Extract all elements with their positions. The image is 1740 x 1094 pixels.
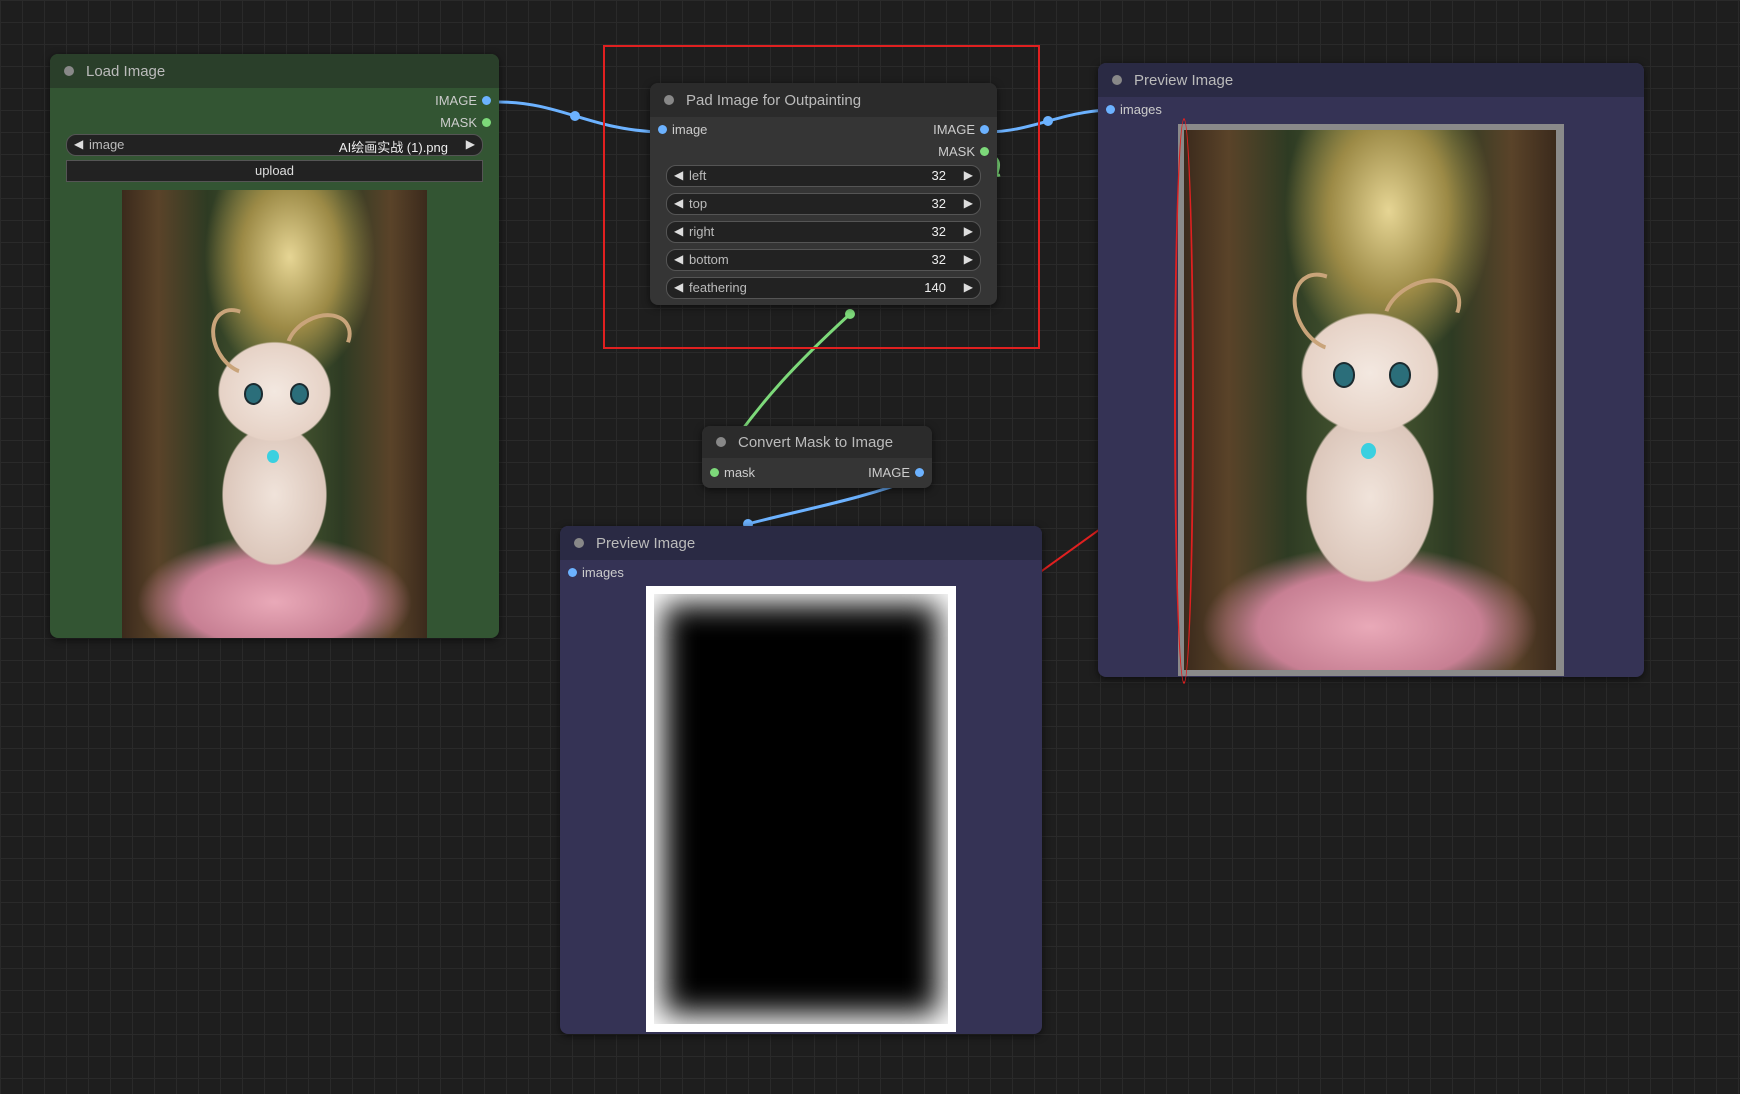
horn-shape [199,298,279,386]
image-file-combo[interactable]: ◀ image AI绘画实战 (1).png ▶ [66,134,483,156]
input-pin-images[interactable] [568,568,577,577]
load-image-title: Load Image [86,62,166,80]
input-pin-mask[interactable] [710,468,719,477]
output-pin-image[interactable] [482,96,491,105]
input-slot-images: images [560,562,1042,584]
load-image-node[interactable]: Load Image IMAGE MASK ◀ image AI绘画实战 (1)… [50,54,499,638]
upload-button[interactable]: upload [66,160,483,182]
input-output-row: mask IMAGE [702,462,932,484]
mask-image-preview [646,586,956,1032]
preview-title: Preview Image [596,534,696,552]
output-slot-mask[interactable]: MASK [50,112,499,134]
convert-mask-title-bar[interactable]: Convert Mask to Image [702,426,932,458]
preview-image-node-bottom[interactable]: Preview Image images [560,526,1042,1034]
output-slot-image[interactable]: IMAGE [50,90,499,112]
combo-prev-arrow-icon[interactable]: ◀ [74,137,83,151]
collapse-dot-icon[interactable] [1112,75,1122,85]
preview-title-bar[interactable]: Preview Image [1098,63,1644,97]
output-label-image: IMAGE [868,465,910,480]
combo-value: AI绘画实战 (1).png [338,140,448,155]
eye-shape [1332,362,1356,388]
horn-shape [1371,265,1474,360]
input-label-images: images [582,565,624,580]
loaded-image-preview [122,190,427,638]
input-label-images: images [1120,102,1162,117]
gem-shape [1360,443,1376,460]
gem-shape [266,449,280,464]
output-pin-mask[interactable] [482,118,491,127]
horn-shape [274,302,362,382]
horn-shape [1278,260,1373,364]
load-image-title-bar[interactable]: Load Image [50,54,499,88]
collapse-dot-icon[interactable] [64,66,74,76]
preview-title: Preview Image [1134,71,1234,89]
annotation-highlight-ellipse [1174,118,1194,684]
annotation-highlight-rect [603,45,1040,349]
convert-mask-node[interactable]: Convert Mask to Image mask IMAGE [702,426,932,488]
output-label-image: IMAGE [435,93,477,108]
padded-image-frame [1178,124,1564,676]
eye-shape [1388,362,1412,388]
output-label-mask: MASK [440,115,477,130]
preview-title-bar[interactable]: Preview Image [560,526,1042,560]
eye-shape [244,382,264,405]
output-pin-image[interactable] [915,468,924,477]
wire-midpoint-1 [570,111,580,121]
combo-label: image [89,137,125,152]
collapse-dot-icon[interactable] [716,437,726,447]
eye-shape [289,382,309,405]
input-slot-images: images [1098,99,1644,121]
convert-mask-title: Convert Mask to Image [738,433,894,451]
combo-next-arrow-icon[interactable]: ▶ [466,137,475,151]
input-pin-images[interactable] [1106,105,1115,114]
collapse-dot-icon[interactable] [574,538,584,548]
padded-image-preview [1184,130,1556,670]
wire-midpoint-2 [1043,116,1053,126]
input-label-mask: mask [724,465,756,480]
